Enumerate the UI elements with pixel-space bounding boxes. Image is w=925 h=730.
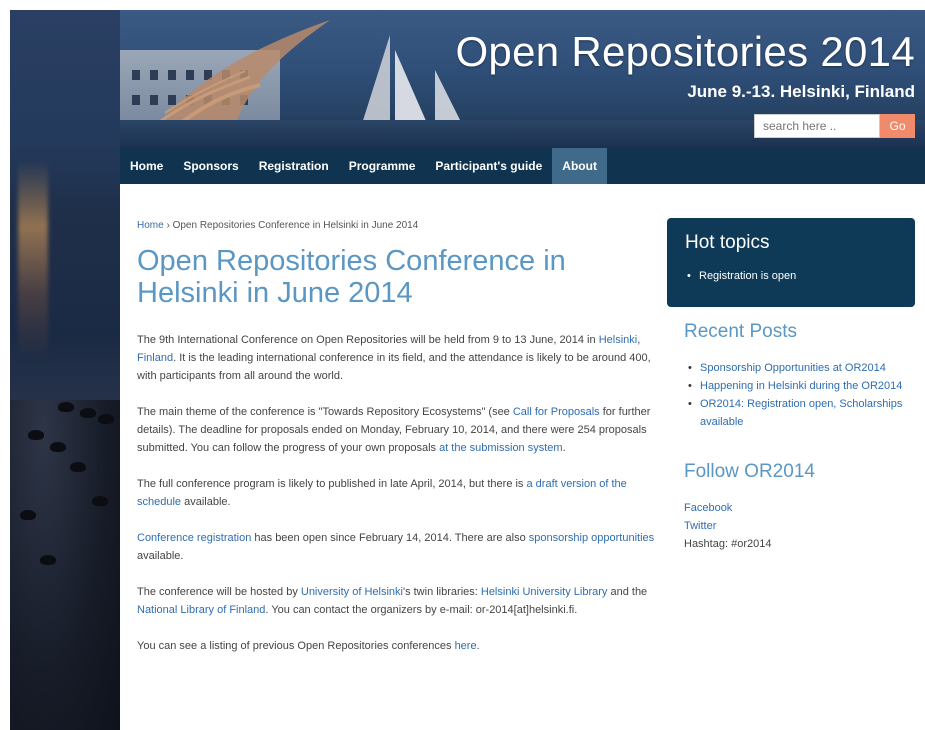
- conference-registration-link[interactable]: Conference registration: [137, 532, 251, 544]
- bird-silhouette: [80, 408, 96, 418]
- twitter-link[interactable]: Twitter: [684, 517, 915, 535]
- bird-silhouette: [20, 510, 36, 520]
- hashtag-text: Hashtag: #or2014: [684, 538, 772, 550]
- recent-posts-title: Recent Posts: [684, 321, 797, 342]
- follow-title: Follow OR2014: [684, 461, 815, 482]
- breadcrumb-separator: ›: [163, 220, 173, 231]
- search-go-button[interactable]: Go: [880, 114, 915, 138]
- host-paragraph: The conference will be hosted by Univers…: [137, 586, 648, 616]
- follow-links: Facebook Twitter Hashtag: #or2014: [684, 499, 915, 553]
- facebook-link[interactable]: Facebook: [684, 499, 915, 517]
- hot-topics-title: Hot topics: [685, 232, 770, 253]
- bird-silhouette: [28, 430, 44, 440]
- helsinki-link[interactable]: Helsinki: [599, 334, 638, 346]
- sidebar: Hot topics Registration is open Recent P…: [667, 218, 915, 553]
- nav-item-programme[interactable]: Programme: [339, 148, 426, 184]
- hot-topics-list: Registration is open: [685, 270, 899, 282]
- bird-silhouette: [70, 462, 86, 472]
- hot-topics-box: Hot topics Registration is open: [667, 218, 915, 307]
- main-column: Home › Open Repositories Conference in H…: [137, 220, 655, 673]
- bird-silhouette: [92, 496, 108, 506]
- main-nav: Home Sponsors Registration Programme Par…: [120, 148, 925, 184]
- site-title[interactable]: Open Repositories 2014: [455, 28, 915, 76]
- site-header: Open Repositories 2014 June 9.-13. Helsi…: [120, 10, 925, 148]
- content-area: Home › Open Repositories Conference in H…: [120, 184, 925, 730]
- helsinki-university-library-link[interactable]: Helsinki University Library: [481, 586, 608, 598]
- submission-system-link[interactable]: at the submission system: [439, 442, 563, 454]
- bird-silhouette: [40, 555, 56, 565]
- background-photo-strip: [10, 10, 120, 730]
- recent-post-item[interactable]: Happening in Helsinki during the OR2014: [684, 377, 915, 395]
- recent-post-item[interactable]: OR2014: Registration open, Scholarships …: [684, 395, 915, 431]
- recent-posts-list: Sponsorship Opportunities at OR2014 Happ…: [684, 359, 915, 431]
- recent-post-item[interactable]: Sponsorship Opportunities at OR2014: [684, 359, 915, 377]
- nav-item-participants-guide[interactable]: Participant's guide: [425, 148, 552, 184]
- call-for-proposals-link[interactable]: Call for Proposals: [513, 406, 600, 418]
- breadcrumb: Home › Open Repositories Conference in H…: [137, 220, 655, 231]
- nav-item-home[interactable]: Home: [120, 148, 173, 184]
- finland-link[interactable]: Finland: [137, 352, 173, 364]
- national-library-link[interactable]: National Library of Finland: [137, 604, 265, 616]
- sunset-reflection: [18, 160, 48, 360]
- site-subtitle: June 9.-13. Helsinki, Finland: [687, 82, 915, 101]
- bird-silhouette: [50, 442, 66, 452]
- university-of-helsinki-link[interactable]: University of Helsinki: [301, 586, 403, 598]
- breadcrumb-home-link[interactable]: Home: [137, 220, 164, 231]
- sponsorship-opportunities-link[interactable]: sponsorship opportunities: [529, 532, 654, 544]
- nav-item-registration[interactable]: Registration: [249, 148, 339, 184]
- bird-silhouette: [58, 402, 74, 412]
- previous-conferences-link[interactable]: here: [455, 640, 477, 652]
- page-title: Open Repositories Conference in Helsinki…: [137, 245, 566, 309]
- registration-paragraph: Conference registration has been open si…: [137, 532, 655, 562]
- hot-topic-item[interactable]: Registration is open: [685, 270, 899, 282]
- breadcrumb-current: Open Repositories Conference in Helsinki…: [172, 220, 419, 231]
- bird-silhouette: [98, 414, 114, 424]
- intro-paragraph: The 9th International Conference on Open…: [137, 334, 651, 382]
- nav-item-about[interactable]: About: [552, 148, 607, 184]
- previous-conferences-paragraph: You can see a listing of previous Open R…: [137, 640, 480, 652]
- theme-paragraph: The main theme of the conference is "Tow…: [137, 406, 651, 454]
- search-input[interactable]: [754, 114, 880, 138]
- nav-item-sponsors[interactable]: Sponsors: [173, 148, 248, 184]
- program-paragraph: The full conference program is likely to…: [137, 478, 627, 508]
